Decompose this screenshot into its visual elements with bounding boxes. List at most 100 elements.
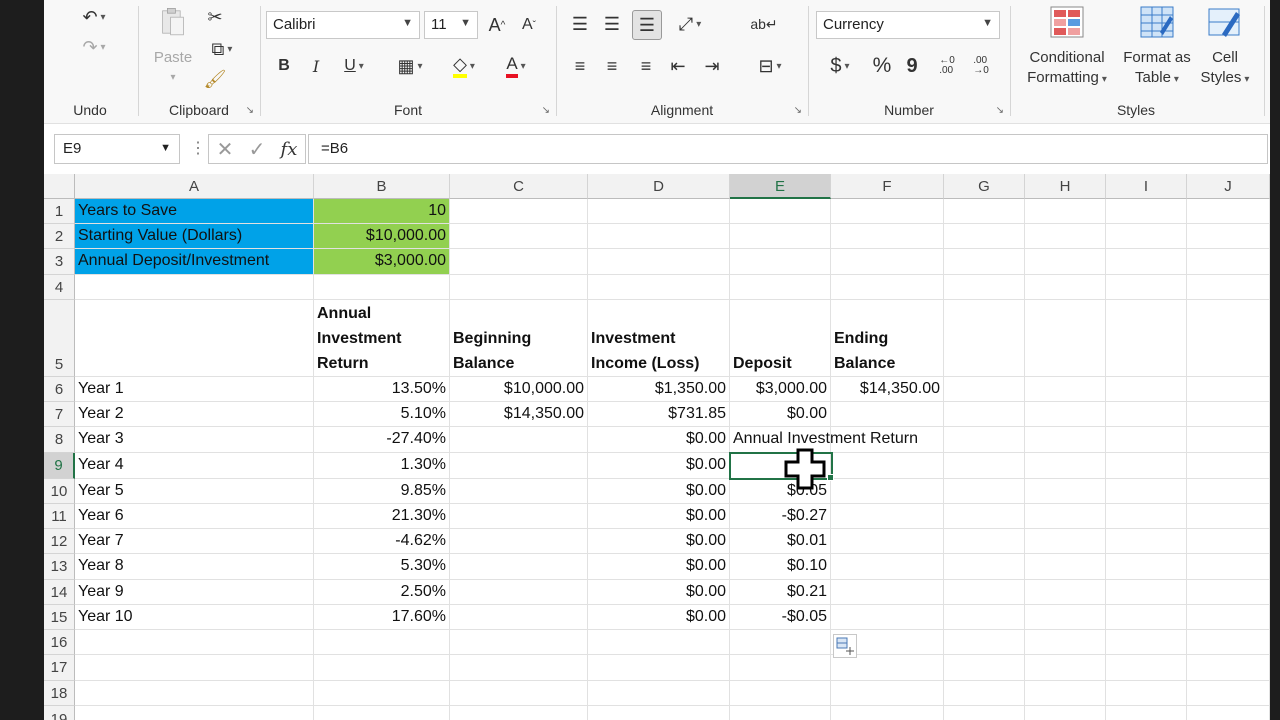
cell-a10[interactable]: Year 5 <box>75 479 314 504</box>
borders-button[interactable]: ▦ ▾ <box>388 52 432 80</box>
cell-d8[interactable]: $0.00 <box>588 427 730 453</box>
grid-cell[interactable] <box>944 504 1025 529</box>
formula-input[interactable]: =B6 <box>308 134 1268 164</box>
grid-cell[interactable] <box>1187 580 1270 605</box>
grid-cell[interactable] <box>588 681 730 706</box>
grid-cell[interactable] <box>1187 300 1270 377</box>
grid-cell[interactable] <box>1187 479 1270 504</box>
insert-function-icon[interactable]: fx <box>281 139 298 160</box>
grid-cell[interactable] <box>1106 427 1187 453</box>
row-header-5[interactable]: 5 <box>44 300 75 377</box>
row-header-9[interactable]: 9 <box>44 453 75 479</box>
row-header-8[interactable]: 8 <box>44 427 75 453</box>
column-header-j[interactable]: J <box>1187 174 1270 199</box>
grid-cell[interactable] <box>730 706 831 720</box>
cell-a8[interactable]: Year 3 <box>75 427 314 453</box>
number-format-combo[interactable]: Currency ▼ <box>816 11 1000 39</box>
grid-cell[interactable] <box>1106 605 1187 630</box>
cell-c12[interactable] <box>450 529 588 554</box>
middle-align-button[interactable]: ☰ <box>598 10 626 38</box>
grid-cell[interactable] <box>944 554 1025 580</box>
cell-b3[interactable]: $3,000.00 <box>314 249 450 275</box>
grid-cell[interactable] <box>944 402 1025 427</box>
accounting-format-button[interactable]: $ ▾ <box>818 52 862 80</box>
cell-f9[interactable] <box>831 453 944 479</box>
grid-cell[interactable] <box>1106 249 1187 275</box>
grid-cell[interactable] <box>1106 402 1187 427</box>
cell-b13[interactable]: 5.30% <box>314 554 450 580</box>
row-header-14[interactable]: 14 <box>44 580 75 605</box>
grid-cell[interactable] <box>1187 249 1270 275</box>
cell-b5[interactable]: Annual Investment Return <box>314 300 450 377</box>
grid-cell[interactable] <box>1025 681 1106 706</box>
cell-c10[interactable] <box>450 479 588 504</box>
grid-cell[interactable] <box>944 199 1025 224</box>
decrease-indent-button[interactable]: ⇤ <box>664 52 692 80</box>
grid-cell[interactable] <box>1106 199 1187 224</box>
font-color-button[interactable]: A ▾ <box>494 52 538 80</box>
grid-cell[interactable] <box>450 630 588 655</box>
grid-cell[interactable] <box>1106 224 1187 249</box>
grid-cell[interactable] <box>450 224 588 249</box>
italic-button[interactable]: I <box>304 52 328 80</box>
row-header-17[interactable]: 17 <box>44 655 75 681</box>
column-header-d[interactable]: D <box>588 174 730 199</box>
cell-d13[interactable]: $0.00 <box>588 554 730 580</box>
column-header-g[interactable]: G <box>944 174 1025 199</box>
row-header-2[interactable]: 2 <box>44 224 75 249</box>
column-header-c[interactable]: C <box>450 174 588 199</box>
grid-cell[interactable] <box>1106 554 1187 580</box>
column-header-e[interactable]: E <box>730 174 831 199</box>
bottom-align-button[interactable]: ☰ <box>632 10 662 40</box>
row-header-3[interactable]: 3 <box>44 249 75 275</box>
cell-e12[interactable]: $0.01 <box>730 529 831 554</box>
grid-cell[interactable] <box>944 605 1025 630</box>
cell-f14[interactable] <box>831 580 944 605</box>
decrease-decimal-button[interactable]: .00 →0 <box>966 52 996 80</box>
increase-decimal-button[interactable]: ←0.00 <box>932 52 962 80</box>
cell-b10[interactable]: 9.85% <box>314 479 450 504</box>
grid-cell[interactable] <box>944 580 1025 605</box>
top-align-button[interactable]: ☰ <box>566 10 594 38</box>
cell-e13[interactable]: $0.10 <box>730 554 831 580</box>
column-header-h[interactable]: H <box>1025 174 1106 199</box>
grid-cell[interactable] <box>588 630 730 655</box>
grid-cell[interactable] <box>1187 681 1270 706</box>
grid-cell[interactable] <box>450 681 588 706</box>
cell-c13[interactable] <box>450 554 588 580</box>
cell-f6[interactable]: $14,350.00 <box>831 377 944 402</box>
grid-cell[interactable] <box>1025 605 1106 630</box>
cell-a11[interactable]: Year 6 <box>75 504 314 529</box>
cell-b1[interactable]: 10 <box>314 199 450 224</box>
bold-button[interactable]: B <box>272 52 296 80</box>
comma-style-button[interactable]: 9 <box>900 52 924 80</box>
grid-cell[interactable] <box>1187 199 1270 224</box>
fill-color-button[interactable]: ◇ ▾ <box>442 52 486 80</box>
grid-cell[interactable] <box>1025 655 1106 681</box>
cell-b2[interactable]: $10,000.00 <box>314 224 450 249</box>
grid-cell[interactable] <box>1187 706 1270 720</box>
cell-f10[interactable] <box>831 479 944 504</box>
grid-cell[interactable] <box>831 199 944 224</box>
cell-c15[interactable] <box>450 605 588 630</box>
increase-indent-button[interactable]: ⇥ <box>698 52 726 80</box>
grid-cell[interactable] <box>1025 402 1106 427</box>
cell-a2[interactable]: Starting Value (Dollars) <box>75 224 314 249</box>
grid-cell[interactable] <box>450 706 588 720</box>
grid-cell[interactable] <box>944 224 1025 249</box>
grid-cell[interactable] <box>588 706 730 720</box>
grid-cell[interactable] <box>1187 275 1270 300</box>
grid-cell[interactable] <box>450 199 588 224</box>
fill-handle[interactable] <box>827 474 834 481</box>
cell-a1[interactable]: Years to Save <box>75 199 314 224</box>
cell-b8[interactable]: -27.40% <box>314 427 450 453</box>
cell-c11[interactable] <box>450 504 588 529</box>
grid-cell[interactable] <box>588 199 730 224</box>
grid-cell[interactable] <box>1025 453 1106 479</box>
cell-b11[interactable]: 21.30% <box>314 504 450 529</box>
cell-b7[interactable]: 5.10% <box>314 402 450 427</box>
cell-f13[interactable] <box>831 554 944 580</box>
font-name-combo[interactable]: Calibri ▼ <box>266 11 420 39</box>
grid-cell[interactable] <box>944 427 1025 453</box>
grid-cell[interactable] <box>1025 275 1106 300</box>
